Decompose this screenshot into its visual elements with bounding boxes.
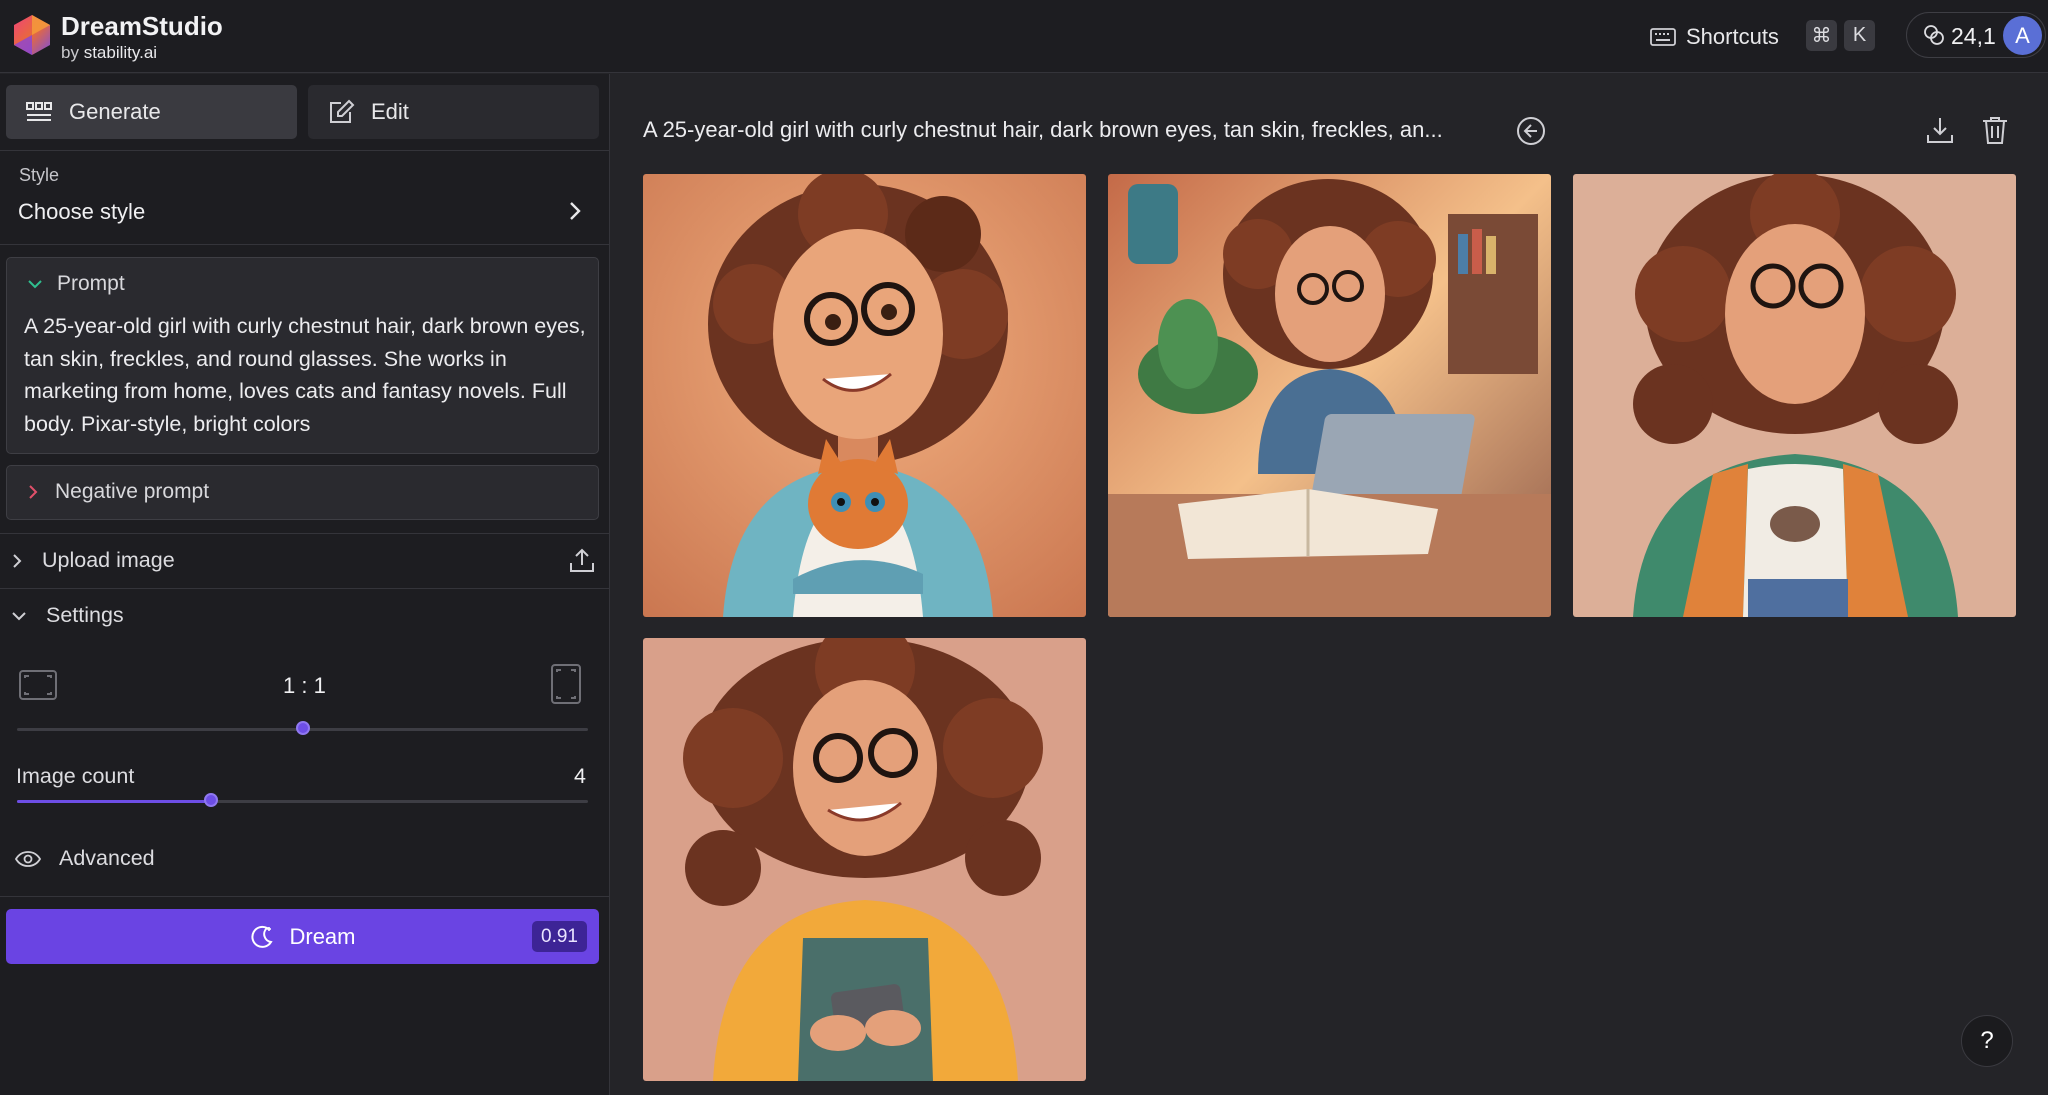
style-label: Style — [19, 165, 60, 185]
trash-icon[interactable] — [1981, 115, 2009, 145]
negative-prompt-toggle[interactable]: Negative prompt — [27, 480, 209, 504]
settings-toggle[interactable]: Settings — [10, 603, 124, 628]
prompt-toggle[interactable]: Prompt — [27, 272, 125, 296]
upload-image-label: Upload image — [42, 548, 175, 572]
tab-generate[interactable]: Generate — [6, 85, 297, 139]
image-count-label: Image count — [16, 764, 135, 788]
app-by-name: stability.ai — [83, 43, 158, 62]
credits-value: 24,1 — [1951, 23, 1996, 49]
chevron-right-icon — [13, 553, 22, 568]
divider — [0, 896, 610, 897]
aspect-ratio-value: 1 : 1 — [283, 673, 326, 698]
portrait-ratio-icon[interactable] — [551, 664, 581, 704]
divider — [0, 533, 610, 534]
dream-label: Dream — [289, 923, 356, 949]
prompt-label: Prompt — [57, 272, 125, 295]
divider — [0, 588, 610, 589]
style-select[interactable]: Choose style — [18, 199, 145, 225]
prompt-title: A 25-year-old girl with curly chestnut h… — [643, 117, 1443, 142]
app-subtitle: by stability.ai — [61, 43, 157, 63]
girl-holding-cat-image — [643, 174, 1086, 617]
shortcuts-label: Shortcuts — [1686, 24, 1779, 49]
chevron-down-icon — [28, 280, 42, 289]
girl-in-sweater-image — [1573, 174, 2016, 617]
edit-icon — [330, 99, 355, 123]
app-by: by — [61, 43, 79, 62]
settings-label: Settings — [46, 603, 124, 627]
divider — [0, 244, 610, 245]
negative-prompt-label: Negative prompt — [55, 480, 210, 503]
generated-image-3[interactable] — [1573, 174, 2016, 617]
coins-icon — [1924, 25, 1944, 45]
chevron-right-icon — [29, 485, 38, 499]
prompt-panel: Prompt A 25-year-old girl with curly che… — [6, 257, 599, 454]
eye-icon — [15, 850, 41, 867]
girl-at-desk-image — [1108, 174, 1551, 617]
tab-edit-label: Edit — [371, 99, 409, 124]
keyboard-icon — [1650, 28, 1676, 46]
avatar[interactable]: A — [2003, 16, 2042, 55]
upload-icon[interactable] — [568, 546, 596, 574]
divider — [0, 150, 610, 151]
tab-generate-label: Generate — [69, 99, 161, 124]
aspect-ratio-slider-thumb[interactable] — [295, 721, 310, 735]
tab-edit[interactable]: Edit — [308, 85, 599, 139]
sidebar: Generate Edit Style Choose style Prompt … — [0, 74, 610, 1095]
chevron-right-icon[interactable] — [565, 198, 585, 224]
generated-image-1[interactable] — [643, 174, 1086, 617]
girl-with-phone-image — [643, 638, 1086, 1081]
landscape-ratio-icon[interactable] — [19, 670, 57, 700]
shortcuts-button[interactable]: Shortcuts — [1650, 20, 1779, 54]
dreamstudio-logo[interactable] — [10, 13, 54, 57]
generated-image-4[interactable] — [643, 638, 1086, 1081]
image-count-slider-thumb[interactable] — [204, 793, 219, 807]
generated-image-2[interactable] — [1108, 174, 1551, 617]
image-count-value: 4 — [574, 764, 586, 788]
grid-icon — [26, 102, 52, 121]
help-button[interactable]: ? — [1961, 1015, 2013, 1067]
image-count-slider-fill — [17, 800, 212, 803]
prompt-input[interactable]: A 25-year-old girl with curly chestnut h… — [24, 310, 590, 440]
upload-image-toggle[interactable]: Upload image — [10, 548, 175, 573]
k-key-badge: K — [1844, 20, 1875, 51]
app-title: DreamStudio — [61, 11, 223, 41]
download-icon[interactable] — [1925, 115, 1955, 145]
chevron-down-icon — [12, 611, 26, 620]
moon-icon — [251, 925, 274, 948]
negative-prompt-panel[interactable]: Negative prompt — [6, 465, 599, 520]
cmd-key-badge: ⌘ — [1806, 20, 1837, 51]
reuse-prompt-icon[interactable] — [1515, 115, 1547, 147]
advanced-label: Advanced — [59, 846, 155, 870]
dream-cost-badge: 0.91 — [532, 921, 587, 952]
top-bar: DreamStudio by stability.ai Shortcuts ⌘ … — [0, 0, 2048, 73]
dream-button[interactable]: Dream 0.91 — [6, 909, 599, 964]
advanced-toggle[interactable]: Advanced — [15, 846, 155, 871]
credits-pill[interactable]: 24,1 A — [1906, 12, 2046, 58]
